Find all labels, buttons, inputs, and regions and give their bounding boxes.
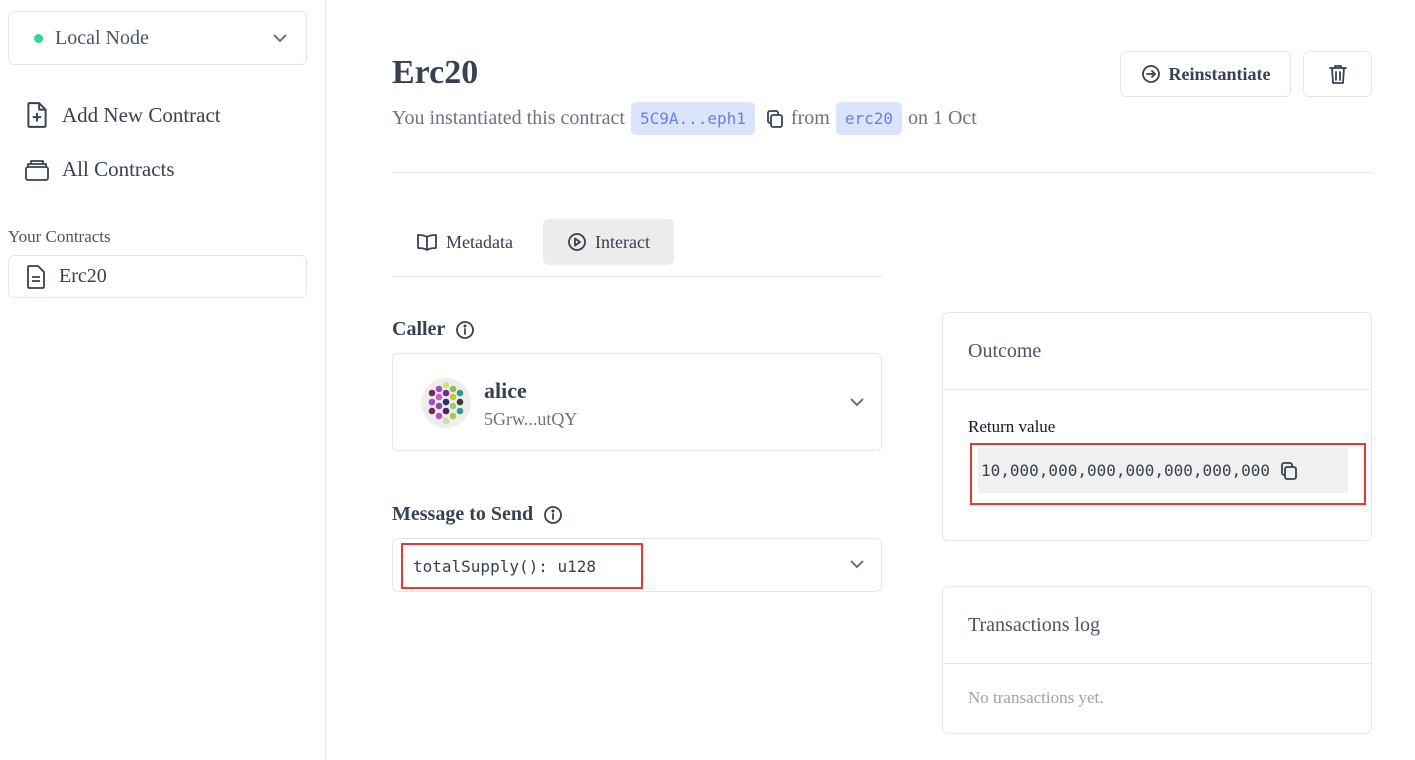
info-icon[interactable] (543, 505, 563, 525)
page-title: Erc20 (392, 54, 479, 91)
trash-icon (1328, 65, 1347, 84)
outcome-title: Outcome (943, 313, 1371, 390)
avatar (421, 378, 471, 428)
collection-icon (25, 160, 49, 181)
chevron-down-icon (850, 398, 864, 407)
nav-add-new-contract-label: Add New Contract (62, 102, 221, 127)
chevron-down-icon (850, 560, 864, 569)
tab-metadata-label: Metadata (446, 231, 513, 252)
caller-name: alice (484, 378, 527, 403)
message-label: Message to Send (392, 503, 534, 525)
outcome-card: Outcome Return value 10,000,000,000,000,… (942, 312, 1372, 541)
nav-all-contracts-label: All Contracts (62, 156, 175, 181)
return-value-field: 10,000,000,000,000,000,000,000 (978, 448, 1348, 493)
node-selector[interactable]: Local Node (8, 11, 307, 65)
your-contracts-heading: Your Contracts (8, 227, 111, 246)
reinstantiate-button[interactable]: Reinstantiate (1120, 51, 1291, 97)
caller-select[interactable]: alice 5Grw...utQY (392, 353, 882, 451)
sidebar-contract-erc20[interactable]: Erc20 (8, 255, 307, 298)
nav-add-new-contract[interactable]: Add New Contract (24, 101, 221, 129)
header-divider (392, 172, 1372, 173)
message-heading: Message to Send (392, 503, 563, 526)
reinstantiate-label: Reinstantiate (1168, 63, 1271, 84)
subtitle-date: on 1 Oct (907, 107, 977, 129)
copy-icon (767, 109, 783, 128)
caller-label: Caller (392, 318, 446, 340)
caller-heading: Caller (392, 318, 475, 341)
copy-address-button[interactable] (765, 109, 785, 129)
transactions-log-title: Transactions log (943, 587, 1371, 664)
message-selected-value: totalSupply(): u128 (401, 543, 643, 589)
play-circle-icon (568, 233, 586, 251)
nav-all-contracts[interactable]: All Contracts (24, 156, 175, 182)
tab-interact-label: Interact (595, 231, 650, 252)
info-icon[interactable] (455, 320, 475, 340)
message-select[interactable]: totalSupply(): u128 (392, 538, 882, 592)
arrow-circle-right-icon (1141, 65, 1160, 83)
node-selector-label: Local Node (55, 26, 149, 49)
delete-contract-button[interactable] (1303, 51, 1372, 97)
chevron-down-icon (273, 34, 287, 43)
transactions-log-card: Transactions log No transactions yet. (942, 586, 1372, 734)
return-value-label: Return value (968, 417, 1056, 436)
node-status-dot (34, 33, 43, 43)
subtitle-from: from (790, 107, 830, 129)
sidebar-contract-label: Erc20 (59, 265, 107, 287)
tab-interact[interactable]: Interact (543, 219, 674, 265)
document-plus-icon (27, 102, 47, 128)
document-text-icon (27, 264, 45, 289)
caller-address: 5Grw...utQY (484, 409, 578, 429)
code-name-chip: erc20 (835, 102, 902, 135)
subtitle-prefix: You instantiated this contract (392, 107, 625, 129)
copy-icon[interactable] (1279, 461, 1299, 481)
tab-metadata[interactable]: Metadata (392, 219, 537, 265)
contract-subtitle: You instantiated this contract 5C9A...ep… (392, 102, 977, 135)
return-value-text: 10,000,000,000,000,000,000,000 (981, 461, 1270, 480)
contract-address-chip: 5C9A...eph1 (630, 102, 755, 135)
sidebar: Local Node Add New Contract All Contract… (0, 0, 326, 760)
tab-bar: Metadata Interact (392, 219, 882, 277)
book-open-icon (417, 234, 437, 251)
transactions-empty-text: No transactions yet. (968, 688, 1104, 707)
